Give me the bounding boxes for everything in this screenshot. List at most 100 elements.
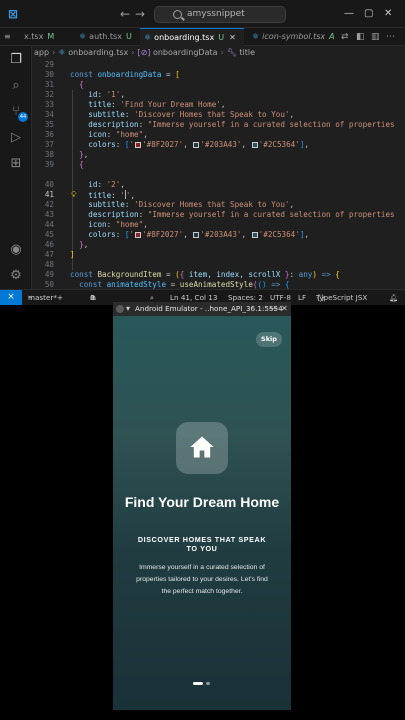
close-window-button[interactable]: ✕ (384, 6, 392, 22)
compare-icon[interactable]: ⇄ (341, 28, 349, 46)
open-changes-icon[interactable]: ◧ (356, 28, 365, 46)
code-line: 36 icon: "home", (44, 130, 148, 139)
color-swatch (251, 142, 258, 148)
breadcrumb-symbol[interactable]: onboardingData (153, 48, 218, 57)
run-debug-icon[interactable]: ▷ (8, 130, 24, 146)
code-line: 35 description: "Immerse yourself in a c… (44, 120, 395, 129)
settings-gear-icon[interactable]: ⚙ (8, 268, 24, 284)
android-emulator-window: ▾ Android Emulator - ..hone_API_36.1:555… (113, 302, 291, 710)
color-swatch (193, 142, 200, 148)
explorer-icon[interactable]: ❐ (8, 52, 24, 68)
code-line: 34 subtitle: 'Discover Homes that Speak … (44, 110, 295, 119)
breadcrumb-property[interactable]: title (239, 48, 255, 57)
line-ending[interactable]: LF (298, 290, 306, 305)
vscode-logo-icon: ⊠ (8, 7, 19, 21)
color-swatch (251, 232, 258, 238)
tab-icon-symbol[interactable]: ⚛ icon-symbol.tsx A (248, 28, 335, 46)
tabs-menu-icon[interactable]: ≡ (0, 28, 20, 46)
search-icon[interactable]: ⌕ (8, 78, 24, 94)
code-line: 30 const onboardingData = [ (44, 70, 180, 79)
tsx-file-icon: ⚛ (58, 48, 69, 57)
variable-symbol-icon: [⊘] (137, 48, 153, 57)
tab-badge: M (47, 32, 55, 41)
code-editor[interactable]: 29 30 const onboardingData = [ 31 { 32 id… (32, 60, 405, 289)
forward-arrow-icon[interactable]: → (135, 6, 145, 22)
code-line: 48 (44, 260, 54, 269)
branch-name: master*+ (28, 293, 63, 302)
search-text: amyssnippet (187, 9, 245, 19)
source-control-badge: 44 (18, 112, 28, 122)
code-line: 31 { (44, 80, 84, 89)
code-line: 44 icon: "home", (44, 220, 148, 229)
home-icon (190, 436, 214, 458)
remote-icon[interactable]: ⨯ (0, 290, 22, 305)
property-symbol-icon: 🔧︎ (226, 48, 240, 57)
code-line: 33 title: 'Find Your Dream Home', (44, 100, 226, 109)
close-icon[interactable]: ✕ (229, 33, 236, 42)
command-center-search[interactable]: amyssnippet (154, 6, 286, 23)
emulator-app-icon (116, 305, 124, 313)
tab-badge: U (125, 32, 132, 41)
tab-label: x.tsx (24, 32, 44, 41)
code-line-current: 41 💡︎ title: '', (44, 190, 136, 200)
tab-label: auth.tsx (89, 32, 122, 41)
chevron-right-icon: › (131, 48, 135, 57)
code-line: 40 id: '2', (44, 180, 125, 189)
color-swatch (135, 142, 142, 148)
tsx-file-icon: ⚛ (144, 33, 152, 42)
color-swatch (193, 232, 200, 238)
activity-bar: ❐ ⌕ ⑂ 44 ▷ ⊞ ◉ ⚙ (0, 46, 32, 289)
breadcrumb: app › ⚛ onboarding.tsx › [⊘] onboardingData ›… (34, 46, 255, 60)
search-icon (173, 10, 182, 19)
tab-x[interactable]: x.tsx M (20, 28, 72, 46)
code-line: 42 subtitle: 'Discover Homes that Speak … (44, 200, 295, 209)
code-line: 50 const animatedStyle = useAnimatedStyl… (44, 280, 290, 289)
title-bar: ⊠ ← → amyssnippet — ▢ ✕ (0, 0, 405, 28)
editor-tabs: ≡ x.tsx M ⚛ auth.tsx U ⚛ onboarding.tsx U ✕ ⚛ i… (0, 28, 405, 46)
code-line: 32 id: '1', (44, 90, 125, 99)
code-line: 45 colors: [' '#8F2027', '#203A43', '#2C5… (44, 230, 309, 239)
breadcrumb-folder[interactable]: app (34, 48, 49, 57)
onboarding-subtitle: DISCOVER HOMES THAT SPEAK TO YOU (137, 535, 267, 553)
onboarding-icon-container (176, 422, 228, 474)
minimize-button[interactable]: — (344, 6, 354, 22)
chevron-right-icon: › (220, 48, 224, 57)
emulator-title: Android Emulator - ..hone_API_36.1:5554 (135, 304, 283, 313)
onboarding-title: Find Your Dream Home (124, 494, 280, 510)
code-line: 37 colors: [' '#8F2027', '#203A43', '#2C5… (44, 140, 309, 149)
back-arrow-icon[interactable]: ← (120, 6, 130, 22)
code-line: 46 }, (44, 240, 89, 249)
minimize-button[interactable]: — (269, 302, 277, 316)
page-dot-active[interactable] (193, 682, 203, 685)
breadcrumb-file[interactable]: onboarding.tsx (68, 48, 128, 57)
split-editor-icon[interactable]: ▥ (371, 28, 380, 46)
emulator-menu-icon[interactable]: ▾ (126, 302, 130, 316)
tsx-file-icon: ⚛ (252, 32, 260, 41)
tab-badge: A (329, 32, 335, 41)
onboarding-description: Immerse yourself in a curated selection … (136, 564, 268, 595)
more-actions-icon[interactable]: ⋯ (386, 28, 395, 46)
code-line: 38 }, (44, 150, 89, 159)
extensions-icon[interactable]: ⊞ (8, 156, 24, 172)
code-line: 29 (44, 60, 54, 69)
tab-label: onboarding.tsx (154, 33, 215, 42)
tab-badge: U (218, 33, 225, 42)
emulator-title-bar: ▾ Android Emulator - ..hone_API_36.1:555… (113, 302, 291, 316)
skip-button[interactable]: Skip (256, 332, 282, 347)
chevron-right-icon: › (52, 48, 56, 57)
vscode-window: ⊠ ← → amyssnippet — ▢ ✕ ≡ x.tsx M ⚛ auth.t… (0, 0, 405, 305)
warning-count: 0 (90, 293, 95, 302)
bell-icon[interactable]: 🔔︎ (389, 290, 398, 305)
account-icon[interactable]: ◉ (8, 242, 24, 258)
code-line: 49 const BackgroundItem = ({ item, index,… (44, 270, 340, 279)
code-line: 47] (44, 250, 75, 259)
code-line: 43 description: "Immerse yourself in a c… (44, 210, 395, 219)
tsx-file-icon: ⚛ (79, 32, 87, 41)
maximize-button[interactable]: ▢ (364, 6, 373, 22)
tab-auth[interactable]: ⚛ auth.tsx U (75, 28, 135, 46)
tab-onboarding[interactable]: ⚛ onboarding.tsx U ✕ (140, 28, 244, 46)
page-dot[interactable] (206, 682, 210, 685)
close-window-button[interactable]: ✕ (281, 302, 288, 316)
code-line: 39 { (44, 160, 84, 169)
phone-screen: Skip Find Your Dream Home DISCOVER HOMES… (113, 316, 291, 710)
